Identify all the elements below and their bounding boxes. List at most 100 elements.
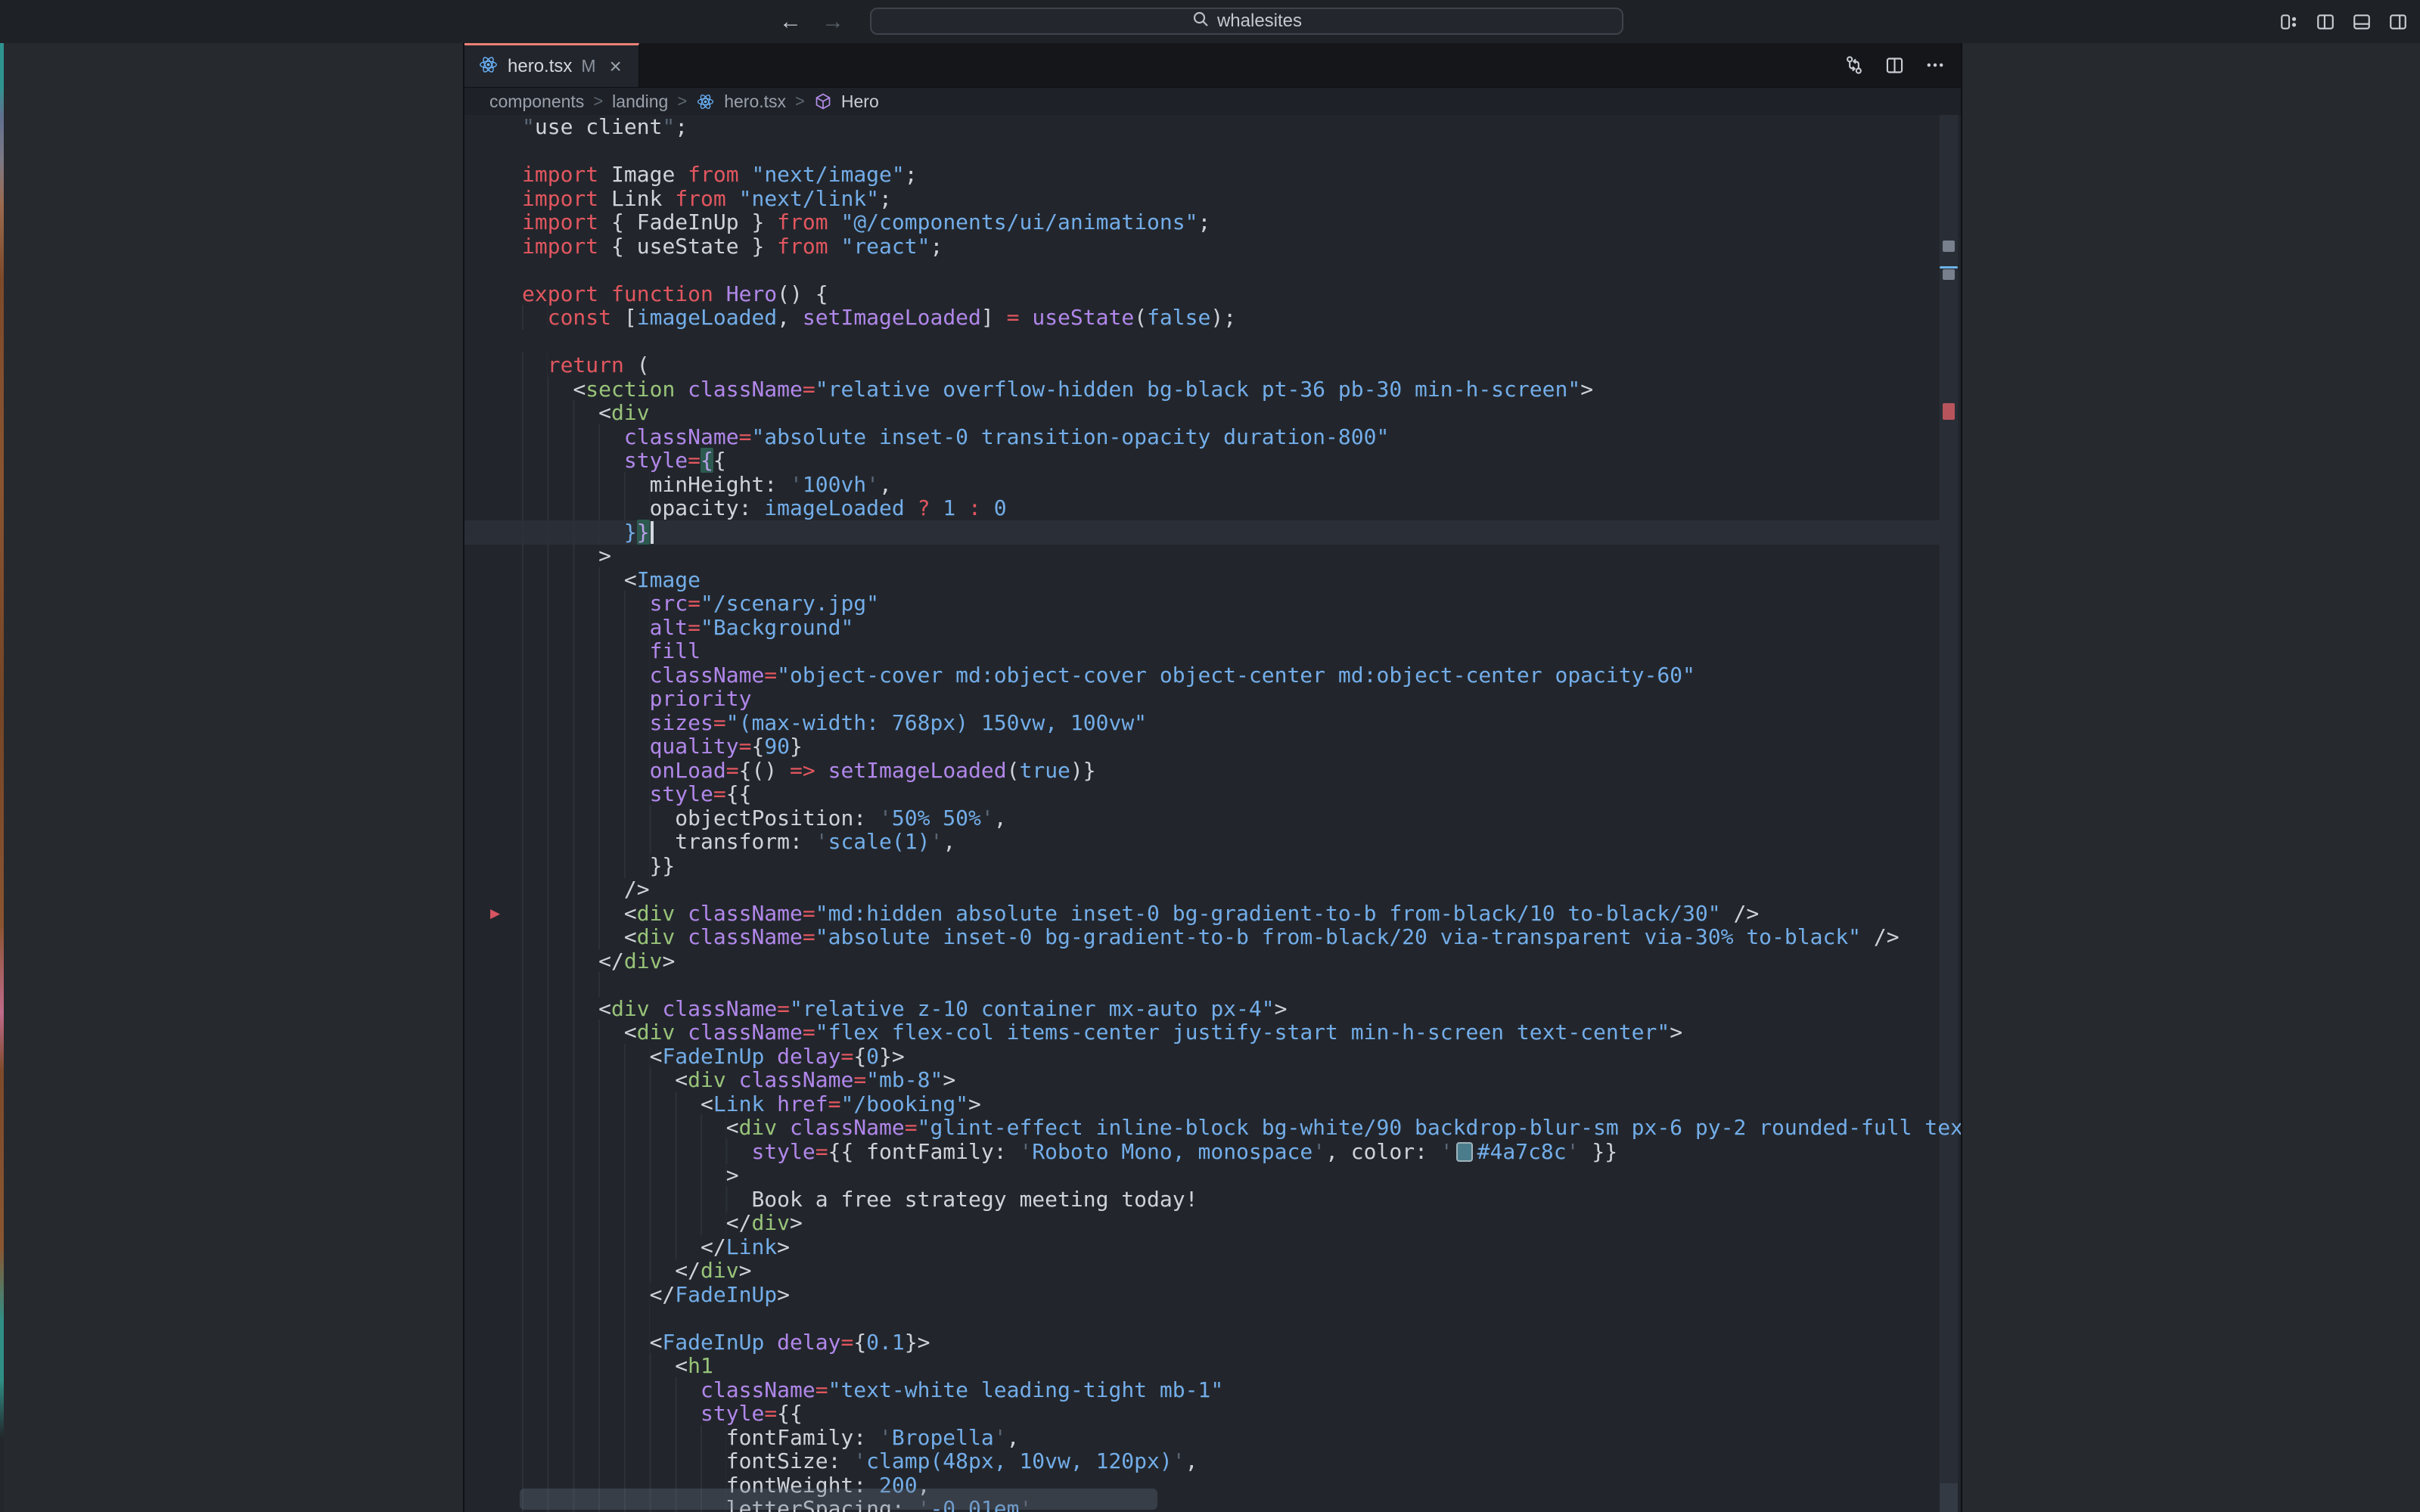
code-line: <Link href="/booking"> (464, 1092, 1941, 1116)
code-area[interactable]: "use client"; import Image from "next/ima… (464, 115, 1961, 1512)
code-line: <div (464, 401, 1941, 425)
code-line (464, 330, 1941, 354)
code-line: style={{ (464, 449, 1941, 473)
more-menu-icon[interactable] (1925, 54, 1946, 76)
code-line: style={{ (464, 782, 1941, 806)
code-line: import { FadeInUp } from "@/components/u… (464, 210, 1941, 234)
react-file-icon (696, 92, 715, 111)
back-button[interactable]: ← (779, 11, 802, 33)
code-line: export function Hero() { (464, 282, 1941, 306)
background-window-edge (0, 43, 4, 1512)
code-line: className="object-cover md:object-cover … (464, 663, 1941, 688)
scrollbar-cursor-marker (1940, 266, 1958, 269)
breadcrumb-root: components (489, 92, 584, 112)
code-line: fill (464, 639, 1941, 663)
code-line (464, 1306, 1941, 1330)
color-swatch (1456, 1142, 1473, 1162)
split-pane-icon[interactable] (1884, 55, 1905, 76)
symbol-cube-icon (814, 92, 832, 110)
code-line: </FadeInUp> (464, 1283, 1941, 1307)
git-diff-icon[interactable] (1844, 54, 1865, 76)
code-line (464, 973, 1941, 997)
code-line: import Image from "next/image"; (464, 163, 1941, 187)
code-line: /> (464, 877, 1941, 902)
code-line: opacity: imageLoaded ? 1 : 0 (464, 496, 1941, 520)
code-line: <div className="absolute inset-0 bg-grad… (464, 925, 1941, 949)
code-line: fontSize: 'clamp(48px, 10vw, 120px)', (464, 1449, 1941, 1473)
scrollbar-diff-marker (1943, 269, 1955, 280)
tab-bar-spacer (639, 43, 1844, 87)
code-line (464, 139, 1941, 163)
code-line: > (464, 1163, 1941, 1188)
code-line: <div className="relative z-10 container … (464, 997, 1941, 1021)
gutter-marker-icon: ▶ (490, 902, 500, 927)
code-line: minHeight: '100vh', (464, 473, 1941, 497)
code-line: priority (464, 687, 1941, 711)
code-line: objectPosition: '50% 50%', (464, 806, 1941, 831)
code-line: </Link> (464, 1235, 1941, 1259)
code-line: <div className="mb-8"> (464, 1068, 1941, 1092)
scrollbar-diff-marker (1943, 241, 1955, 252)
code-line: className="text-white leading-tight mb-1… (464, 1378, 1941, 1402)
code-line: const [imageLoaded, setImageLoaded] = us… (464, 306, 1941, 330)
history-nav: ← → (779, 0, 844, 43)
breadcrumb-file: hero.tsx (724, 92, 786, 112)
code-line: transform: 'scale(1)', (464, 830, 1941, 854)
code-line: alt="Background" (464, 616, 1941, 640)
horizontal-scrollbar-thumb[interactable] (520, 1489, 1157, 1510)
code-line: onLoad={() => setImageLoaded(true)} (464, 759, 1941, 783)
tab-title: hero.tsx (508, 56, 572, 77)
code-line: <div className="md:hidden absolute inset… (464, 902, 1941, 926)
editor-column: hero.tsx M × (463, 43, 1962, 1512)
code-line (464, 258, 1941, 282)
code-line: import { useState } from "react"; (464, 234, 1941, 259)
code-line: > (464, 544, 1941, 568)
code-line: quality={90} (464, 734, 1941, 759)
tab-bar: hero.tsx M × (464, 43, 1961, 88)
react-file-icon (478, 54, 499, 79)
breadcrumb-separator: > (795, 92, 805, 111)
code-line: }} (464, 520, 1941, 545)
breadcrumb[interactable]: components > landing > hero.tsx > Hero (464, 88, 1961, 115)
code-line: <FadeInUp delay={0.1}> (464, 1330, 1941, 1355)
breadcrumb-symbol: Hero (841, 92, 879, 112)
project-search-value: whalesites (1217, 11, 1302, 32)
code-line: import Link from "next/link"; (464, 187, 1941, 211)
search-icon (1191, 10, 1210, 33)
code-line: </div> (464, 1259, 1941, 1283)
code-line: sizes="(max-width: 768px) 150vw, 100vw" (464, 711, 1941, 735)
tab-close-icon[interactable]: × (610, 56, 622, 77)
text-cursor (651, 521, 654, 544)
breadcrumb-separator: > (593, 92, 603, 111)
code-line: }} (464, 854, 1941, 878)
tab-modified-badge: M (581, 56, 595, 76)
code-line: <h1 (464, 1354, 1941, 1378)
bottom-dock-toggle-icon[interactable] (2352, 12, 2372, 32)
right-padding-area (1962, 43, 2420, 1512)
code-line: <div className="flex flex-col items-cent… (464, 1020, 1941, 1045)
scrollbar-corner (1940, 1483, 1958, 1512)
code-line: style={{ (464, 1402, 1941, 1426)
code-line: "use client"; (464, 115, 1941, 139)
code-line: <Image (464, 568, 1941, 592)
code-line: fontFamily: 'Bropella', (464, 1426, 1941, 1450)
right-dock-toggle-icon[interactable] (2388, 12, 2408, 32)
scrollbar-diff-marker (1943, 403, 1955, 420)
breadcrumb-dir: landing (612, 92, 668, 112)
code-line: return ( (464, 353, 1941, 377)
editor-actions (1844, 43, 1961, 87)
breadcrumb-separator: > (677, 92, 687, 111)
tab-hero-tsx[interactable]: hero.tsx M × (464, 43, 639, 87)
vertical-scrollbar[interactable] (1940, 115, 1958, 1512)
left-padding-area (0, 43, 463, 1512)
workspace-dock-buttons (2279, 0, 2408, 43)
code-line: </div> (464, 949, 1941, 973)
code-line: Book a free strategy meeting today! (464, 1188, 1941, 1212)
code-line: className="absolute inset-0 transition-o… (464, 425, 1941, 449)
project-panel-icon[interactable] (2279, 12, 2299, 32)
project-search-input[interactable]: whalesites (870, 8, 1623, 35)
left-dock-toggle-icon[interactable] (2316, 12, 2335, 32)
code-line: </div> (464, 1211, 1941, 1235)
code-line: style={{ fontFamily: 'Roboto Mono, monos… (464, 1140, 1941, 1164)
forward-button[interactable]: → (822, 11, 844, 33)
